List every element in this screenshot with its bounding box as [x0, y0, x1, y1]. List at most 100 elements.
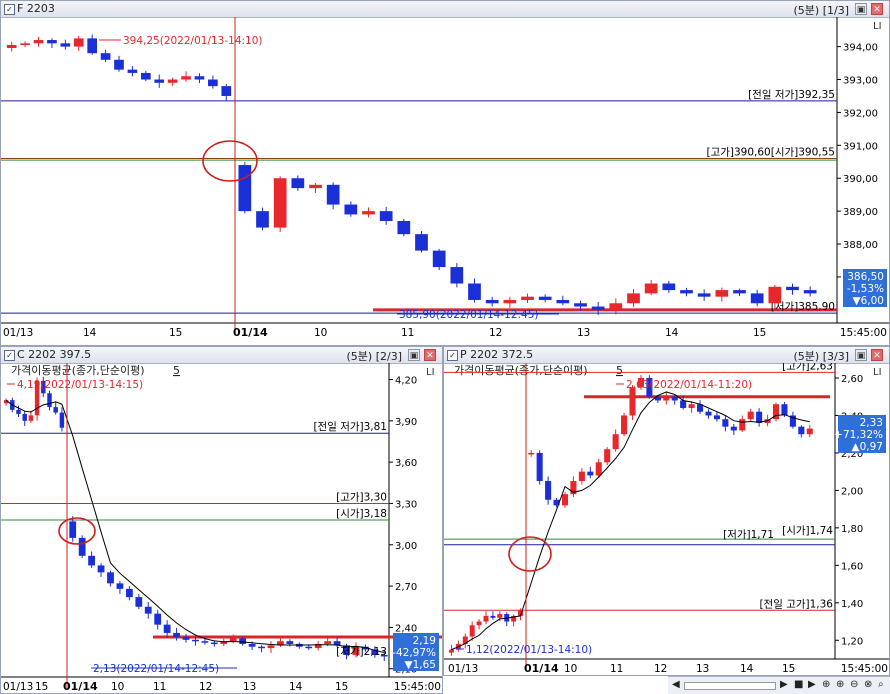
candle-body [173, 632, 180, 638]
close-icon[interactable]: ✕ [871, 3, 883, 15]
candle-body [144, 606, 152, 614]
candle-body [201, 641, 209, 643]
x-tick-label: 10 [564, 663, 577, 675]
pane-check-icon[interactable]: ✓ [447, 350, 458, 361]
candle-body [768, 286, 782, 304]
candle-body [258, 646, 265, 649]
y-tick-label: 390,00 [843, 174, 878, 185]
x-tick-label: 12 [654, 663, 667, 675]
x-tick-label: 15 [753, 327, 766, 339]
indicator-label: 가격이동평균(종가,단순이평) [454, 364, 588, 377]
x-tick-label: 14 [665, 327, 679, 339]
candle-body [114, 59, 124, 70]
candle-body [803, 290, 817, 294]
scroll-track[interactable] [684, 682, 776, 690]
y-tick-label: 1,60 [841, 561, 863, 572]
put-option-chart-pane[interactable]: ✓ P 2202 372.5 (5분) [3/3] ▣ ✕ LI2,602,40… [443, 346, 890, 676]
x-tick-label: 01/14 [63, 680, 98, 693]
gap-highlight-circle [58, 517, 96, 545]
candle-body [47, 40, 57, 44]
zoom-in-icon[interactable]: ⊕ [836, 679, 844, 691]
mark-label-low_mark: 2,13(2022/01/14-12:45) [93, 663, 219, 675]
candle-body [125, 588, 133, 598]
x-tick-label: 15 [169, 327, 182, 339]
scroll-right-icon[interactable]: ▶ [780, 679, 788, 691]
candle-body [379, 211, 393, 221]
interval-label[interactable]: (5분) [347, 350, 373, 363]
x-tick-label: 15 [782, 663, 795, 675]
indicator-label: 가격이동평균(종가,단순이평) [11, 364, 145, 377]
candle-body [107, 572, 114, 584]
zoom-out-icon[interactable]: ⊖ [850, 679, 858, 691]
last-price: 386,50 [847, 271, 884, 283]
candle-body [468, 283, 481, 300]
level-label-low: [저가]2,13 [336, 646, 387, 658]
close-icon[interactable]: ✕ [871, 349, 883, 361]
call-option-chart-pane[interactable]: ✓ C 2202 397.5 (5분) [2/3] ▣ ✕ LI 4,20 3,90… [0, 346, 443, 694]
x-tick-label: 13 [577, 327, 590, 339]
candle-body [73, 38, 84, 47]
reset-zoom-icon[interactable]: ⊗ [864, 679, 872, 691]
candle-body [713, 415, 720, 420]
fit-icon[interactable]: ⊕ [822, 679, 830, 691]
x-tick-label: 11 [401, 327, 414, 339]
candle-body [33, 40, 44, 44]
play-icon[interactable]: ▶ [808, 679, 816, 691]
pane-check-icon[interactable]: ✓ [4, 4, 15, 15]
chart-tool-label: LI [873, 367, 882, 378]
candle-body [521, 296, 534, 300]
candle-body [326, 184, 340, 205]
scroll-left-icon[interactable]: ◀ [672, 679, 680, 691]
candle-body [432, 250, 446, 268]
x-tick-label: 12 [199, 681, 212, 693]
close-icon[interactable]: ✕ [424, 349, 436, 361]
candle-body [528, 452, 535, 455]
candle-body [483, 615, 489, 622]
y-tick-label: 1,20 [841, 636, 863, 647]
candle-body [730, 426, 737, 431]
candle-body [591, 306, 605, 310]
last-change: ▲0,97 [852, 441, 883, 453]
futures-chart-pane[interactable]: ✓ F 2203 (5분) [1/3] ▣ ✕ LI 394,00 393,00 39… [0, 0, 890, 346]
candle-body [88, 555, 96, 566]
y-tick-label: 2,70 [395, 582, 417, 593]
candle-body [181, 76, 191, 80]
candle-body [229, 638, 237, 642]
interval-label[interactable]: (5분) [794, 350, 820, 363]
maximize-icon[interactable]: ▣ [855, 349, 867, 361]
candle-body [680, 400, 687, 408]
candle-body [140, 72, 151, 80]
futures-candlestick-chart[interactable]: LI 394,00 393,00 392,00 391,00 390,00 389,00 38… [1, 17, 889, 345]
candle-body [469, 625, 475, 637]
maximize-icon[interactable]: ▣ [855, 3, 867, 15]
stop-icon[interactable]: ■ [794, 679, 803, 691]
level-label-open: [시가]3,18 [336, 508, 387, 520]
put-candlestick-chart[interactable]: LI2,602,402,202,001,801,601,401,20가격이동평균… [444, 363, 889, 675]
x-tick-label: 14 [289, 681, 303, 693]
candle-body [756, 411, 763, 423]
y-tick-label: 4,20 [395, 376, 417, 387]
candle-body [256, 211, 269, 228]
futures-title-bar: ✓ F 2203 (5분) [1/3] ▣ ✕ [1, 1, 889, 18]
candle-body [248, 643, 256, 647]
x-tick-label: 14 [83, 327, 97, 339]
pane-check-icon[interactable]: ✓ [4, 350, 15, 361]
candle-body [208, 79, 218, 87]
search-icon[interactable]: ⌕ [878, 679, 884, 691]
candle-body [78, 537, 86, 556]
interval-label[interactable]: (5분) [794, 4, 820, 17]
call-candlestick-chart[interactable]: LI4,203,903,603,303,002,702,402,10가격이동평균… [1, 363, 442, 693]
candle-body [97, 565, 105, 573]
x-tick-label: 01/13 [3, 681, 33, 693]
candle-body [20, 43, 30, 45]
level-label-open: [시가]1,74 [782, 525, 833, 537]
candle-body [286, 641, 294, 644]
level-label-prev_low: [전일 저가]392,35 [748, 88, 835, 101]
candle-body [612, 434, 619, 450]
candle-body [53, 407, 58, 413]
candle-body [127, 69, 138, 73]
candle-body [671, 396, 678, 401]
maximize-icon[interactable]: ▣ [408, 349, 420, 361]
chart-tool-label: LI [426, 367, 435, 378]
y-tick-label: 3,60 [395, 458, 417, 469]
